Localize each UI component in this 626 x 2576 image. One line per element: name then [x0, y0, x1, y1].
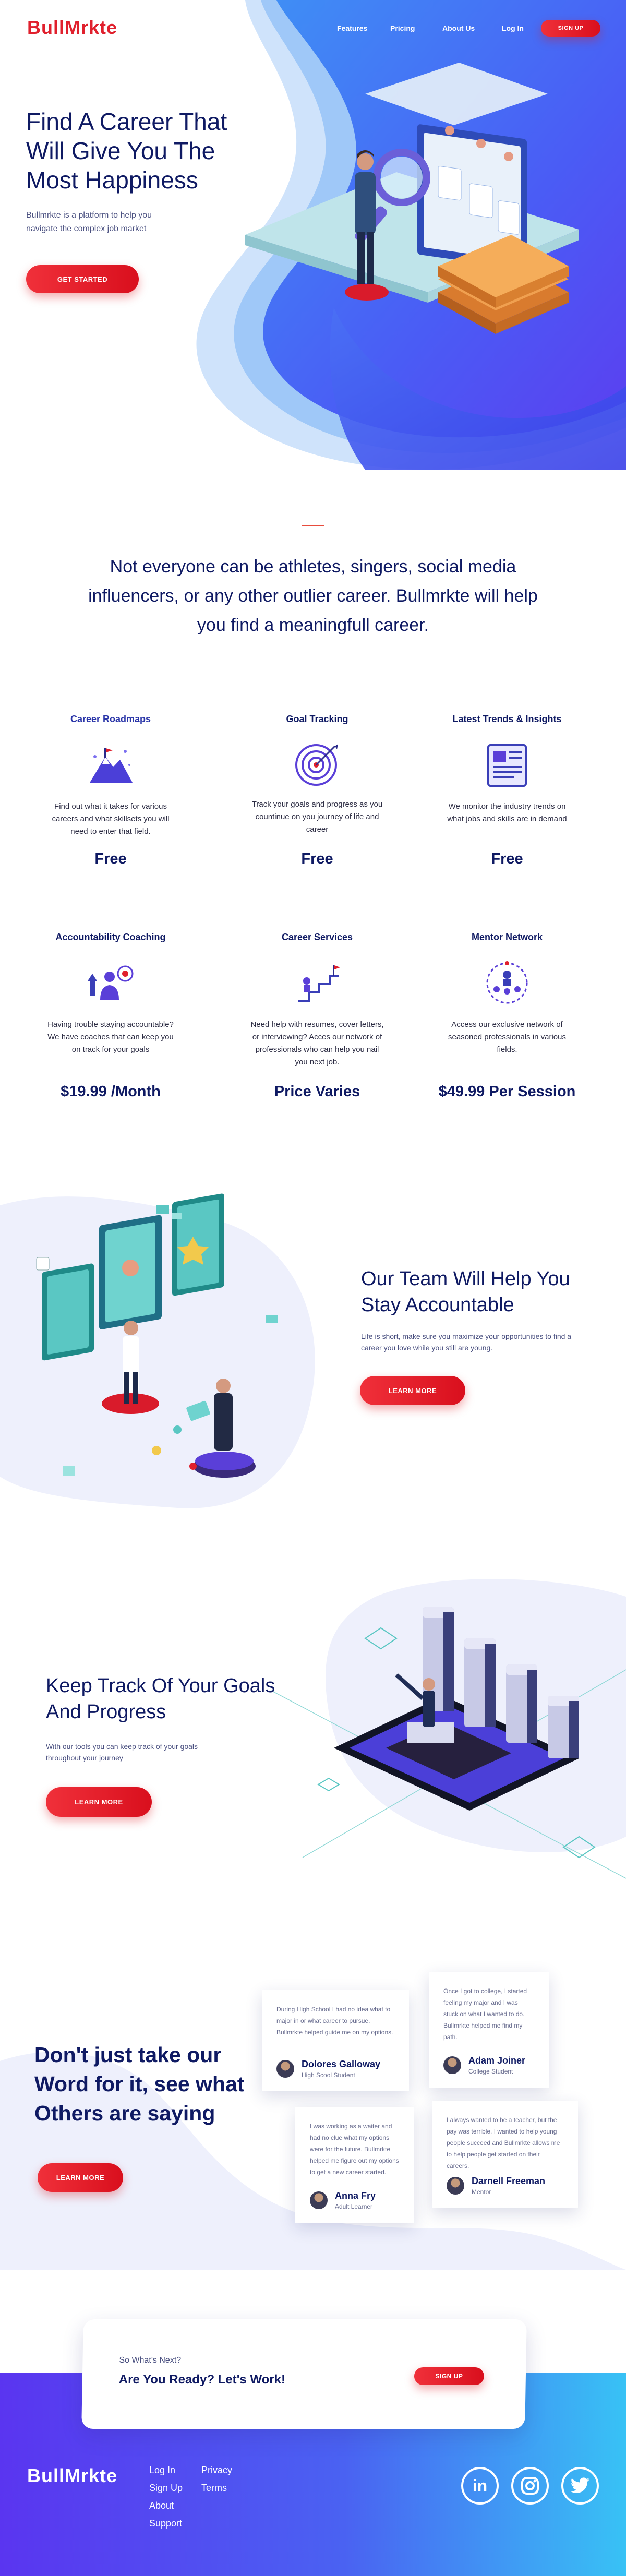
- track-text: With our tools you can keep track of you…: [46, 1742, 198, 1762]
- testimonials-title: Don't just take our Word for it, see wha…: [34, 2043, 245, 2125]
- testimonial-name: Adam Joiner: [468, 2055, 526, 2066]
- nav-pricing[interactable]: Pricing: [390, 24, 415, 32]
- testimonial-card: Once I got to college, I started feeling…: [429, 1972, 549, 2088]
- feature-career-services: Career Services Need help with resumes, …: [239, 932, 395, 1100]
- testimonial-quote: Once I got to college, I started feeling…: [443, 1987, 527, 2041]
- feature-price: Free: [94, 850, 127, 867]
- twitter-icon[interactable]: [561, 2467, 599, 2505]
- get-started-button[interactable]: GET STARTED: [26, 265, 139, 293]
- progress-illustration: [271, 1579, 626, 1879]
- feature-price: $49.99 Per Session: [438, 1083, 576, 1100]
- linkedin-icon[interactable]: in: [461, 2467, 499, 2505]
- testimonial-quote: I was working as a waiter and had no clu…: [310, 2123, 399, 2176]
- hero-section: BullMrkte Features Pricing About Us Log …: [0, 0, 626, 470]
- nav-features[interactable]: Features: [337, 24, 367, 32]
- avatar: [276, 2060, 294, 2078]
- feature-price: Price Varies: [274, 1083, 360, 1100]
- footer-link-signup[interactable]: Sign Up: [149, 2483, 183, 2494]
- feature-desc: We monitor the industry trends on what j…: [447, 802, 567, 823]
- instagram-glyph: [521, 2477, 539, 2495]
- twitter-glyph: [570, 2477, 589, 2493]
- feature-price: $19.99 /Month: [61, 1083, 161, 1100]
- avatar: [447, 2177, 464, 2195]
- testimonial-author: Dolores Galloway High Scool Student: [276, 2059, 380, 2079]
- team-text: Life is short, make sure you maximize yo…: [361, 1332, 572, 1352]
- feature-desc: Access our exclusive network of seasoned…: [448, 1020, 566, 1054]
- feature-title: Goal Tracking: [286, 714, 348, 724]
- logo[interactable]: BullMrkte: [27, 17, 117, 39]
- cta-box: So What's Next? Are You Ready? Let's Wor…: [81, 2319, 527, 2429]
- footer-link-terms[interactable]: Terms: [201, 2483, 227, 2494]
- feature-price: Free: [491, 850, 523, 867]
- team-learn-more-button[interactable]: LEARN MORE: [360, 1376, 465, 1405]
- testimonial-role: High Scool Student: [302, 2071, 355, 2079]
- nav-about-us[interactable]: About Us: [442, 24, 475, 32]
- career-stairs-icon: [298, 965, 340, 1002]
- hero-subtitle: Bullmrkte is a platform to help you navi…: [26, 211, 152, 233]
- cta-title: Are You Ready? Let's Work!: [118, 2373, 286, 2387]
- feature-mentor-network: Mentor Network Access our exclusive netw…: [429, 932, 585, 1100]
- feature-title: Latest Trends & Insights: [452, 714, 562, 724]
- feature-desc: Track your goals and progress as you cou…: [251, 800, 383, 834]
- footer-link-support[interactable]: Support: [149, 2518, 182, 2529]
- testimonial-role: Adult Learner: [335, 2203, 373, 2210]
- feature-desc: Having trouble staying accountable? We h…: [47, 1020, 174, 1054]
- testimonial-quote: During High School I had no idea what to…: [276, 2006, 393, 2036]
- intro-text: Not everyone can be athletes, singers, s…: [88, 557, 538, 635]
- avatar: [443, 2056, 461, 2074]
- mentor-network-icon: [486, 961, 528, 1004]
- feature-accountability-coaching: Accountability Coaching Having trouble s…: [32, 932, 189, 1100]
- newspaper-icon: [487, 744, 527, 787]
- team-title: Our Team Will Help You Stay Accountable: [361, 1268, 570, 1316]
- avatar: [310, 2191, 328, 2209]
- nav-signup-button[interactable]: SIGN UP: [541, 20, 600, 37]
- cta-signup-button[interactable]: SIGN UP: [414, 2367, 484, 2385]
- testimonial-card: I was working as a waiter and had no clu…: [295, 2107, 414, 2223]
- feature-desc: Need help with resumes, cover letters, o…: [250, 1020, 384, 1067]
- feature-title: Career Roadmaps: [70, 714, 151, 724]
- testimonial-card: I always wanted to be a teacher, but the…: [432, 2101, 578, 2208]
- footer-link-login[interactable]: Log In: [149, 2465, 175, 2476]
- testimonials-learn-more-button[interactable]: LEARN MORE: [38, 2163, 123, 2192]
- testimonial-quote: I always wanted to be a teacher, but the…: [447, 2116, 560, 2170]
- footer-link-about[interactable]: About: [149, 2500, 174, 2511]
- footer-logo[interactable]: BullMrkte: [27, 2465, 117, 2487]
- feature-goal-tracking: Goal Tracking Track your goals and progr…: [239, 714, 395, 867]
- testimonial-author: Darnell Freeman Mentor: [447, 2176, 545, 2196]
- coach-target-icon: [88, 965, 134, 1000]
- testimonial-role: College Student: [468, 2068, 513, 2075]
- testimonial-name: Dolores Galloway: [302, 2059, 381, 2069]
- feature-price: Free: [301, 850, 333, 867]
- testimonial-name: Anna Fry: [335, 2190, 376, 2201]
- testimonial-author: Anna Fry Adult Learner: [310, 2190, 376, 2210]
- feature-desc: Find out what it takes for various caree…: [52, 802, 170, 836]
- instagram-icon[interactable]: [511, 2467, 549, 2505]
- testimonial-role: Mentor: [472, 2188, 491, 2196]
- feature-title: Mentor Network: [471, 932, 543, 942]
- footer-link-privacy[interactable]: Privacy: [201, 2465, 232, 2476]
- hero-title: Find A Career That Will Give You The Mos…: [26, 108, 227, 194]
- feature-career-roadmaps: Career Roadmaps Find out what it takes f…: [32, 714, 189, 867]
- target-icon: [295, 744, 338, 786]
- track-title: Keep Track Of Your Goals And Progress: [46, 1675, 275, 1723]
- track-learn-more-button[interactable]: LEARN MORE: [46, 1787, 152, 1817]
- feature-title: Accountability Coaching: [55, 932, 166, 942]
- roadmap-mountain-icon: [90, 748, 133, 783]
- cta-eyebrow: So What's Next?: [119, 2356, 182, 2365]
- feature-trends: Latest Trends & Insights We monitor the …: [429, 714, 585, 867]
- linkedin-label: in: [472, 2476, 488, 2495]
- testimonial-name: Darnell Freeman: [472, 2176, 546, 2186]
- testimonial-author: Adam Joiner College Student: [443, 2055, 525, 2075]
- feature-title: Career Services: [281, 932, 353, 942]
- intro-divider: [302, 525, 324, 526]
- testimonial-card: During High School I had no idea what to…: [262, 1990, 409, 2091]
- nav-log-in[interactable]: Log In: [502, 24, 524, 32]
- team-illustration: [0, 1193, 315, 1508]
